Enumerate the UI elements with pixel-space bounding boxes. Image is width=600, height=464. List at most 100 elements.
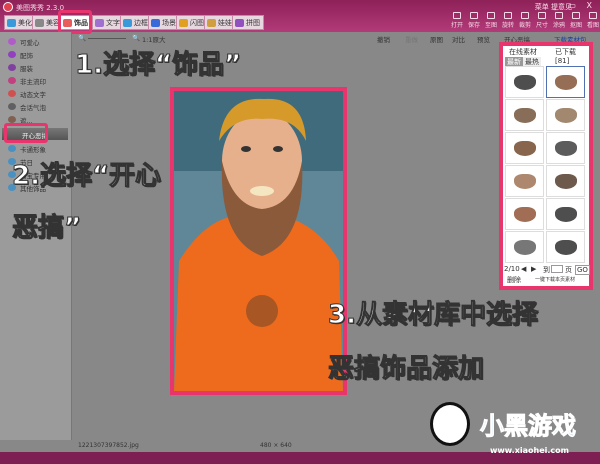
app-logo-icon — [3, 2, 13, 12]
tab-icon — [7, 19, 16, 27]
category-icon — [8, 90, 16, 97]
material-image — [514, 174, 536, 189]
actual-size-button[interactable]: 1:1原大 — [142, 34, 165, 44]
material-thumbnail[interactable] — [546, 165, 585, 197]
download-all-button[interactable]: 一键下载本页素材 — [535, 276, 575, 283]
tool-icon — [538, 12, 546, 19]
material-thumbnail[interactable] — [505, 99, 544, 131]
window-controls[interactable]: _ ▭ X — [554, 1, 596, 10]
category-icon — [8, 77, 16, 84]
annotation-step3b: 恶搞饰品添加 — [327, 354, 485, 385]
tool-button-1[interactable]: 保存 — [465, 12, 483, 29]
material-image — [514, 240, 536, 255]
material-image — [555, 108, 577, 123]
tab-online[interactable]: 在线素材 — [509, 47, 537, 57]
category-icon — [8, 51, 16, 58]
material-image — [555, 207, 577, 222]
sidebar-item[interactable]: 配饰 — [8, 50, 33, 61]
next-page-button[interactable]: ▶ — [531, 265, 536, 273]
tab-label: 娃娃 — [218, 19, 232, 27]
undo-button[interactable]: 撤销 — [377, 34, 390, 44]
tab-icon — [123, 19, 132, 27]
tool-button-8[interactable]: 看图 — [584, 12, 600, 29]
category-icon — [8, 145, 16, 152]
category-icon — [8, 64, 16, 71]
tab-downloaded[interactable]: 已下载[81] — [555, 47, 589, 65]
material-thumbnail[interactable] — [505, 198, 544, 230]
zoom-in-icon[interactable]: 🔍 — [132, 34, 140, 42]
annotation-step3a: 3.从素材库中选择 — [328, 300, 539, 331]
delete-button[interactable]: 删除 — [507, 275, 521, 285]
material-thumbnail[interactable] — [505, 231, 544, 263]
tab-icon — [179, 19, 188, 27]
tool-icon — [453, 12, 461, 19]
sidebar-item[interactable]: 卡通形象 — [8, 144, 46, 155]
highlight-tab-box — [58, 10, 92, 34]
tool-button-2[interactable]: 至图 — [482, 12, 500, 29]
tab-label: 边框 — [134, 19, 148, 27]
tab-8[interactable]: 拼图 — [232, 15, 264, 30]
category-icon — [8, 103, 16, 110]
sidebar-item[interactable]: 会话气泡 — [8, 102, 46, 113]
zoom-out-icon[interactable]: 🔍 — [78, 34, 86, 42]
sidebar-item-label: 配饰 — [20, 52, 33, 60]
file-name: 1221307397852.jpg — [78, 442, 139, 449]
material-thumbnail[interactable] — [546, 231, 585, 263]
tab-icon — [207, 19, 216, 27]
tool-label: 旋转 — [501, 22, 514, 29]
tool-button-4[interactable]: 裁剪 — [516, 12, 534, 29]
tool-label: 保存 — [467, 22, 480, 29]
tab-label: 美化 — [18, 19, 32, 27]
sidebar-item-label: 卡通形象 — [20, 146, 46, 154]
tool-label: 尺寸 — [535, 22, 548, 29]
material-image — [555, 75, 577, 90]
tool-icon — [555, 12, 563, 19]
tool-button-3[interactable]: 旋转 — [499, 12, 517, 29]
tool-button-5[interactable]: 尺寸 — [533, 12, 551, 29]
watermark-logo: 小黑游戏 www.xiaohei.com — [410, 398, 600, 464]
sidebar-item[interactable]: 动态文字 — [8, 89, 46, 100]
material-thumbnail[interactable] — [546, 66, 585, 98]
tool-label: 看图 — [586, 22, 599, 29]
redo-button[interactable]: 重做 — [405, 34, 418, 44]
material-thumbnail[interactable] — [546, 132, 585, 164]
material-thumbnail[interactable] — [546, 198, 585, 230]
material-image — [555, 141, 577, 156]
tab-icon — [235, 19, 244, 27]
go-button[interactable]: GO — [575, 265, 590, 275]
sidebar-item-label: 非主流印 — [20, 78, 46, 86]
tool-label: 打开 — [450, 22, 463, 29]
tool-button-0[interactable]: 打开 — [448, 12, 466, 29]
image-dimensions: 480 × 640 — [260, 442, 292, 449]
tool-label: 裁剪 — [518, 22, 531, 29]
material-image — [555, 174, 577, 189]
watermark-url: www.xiaohei.com — [490, 446, 569, 455]
app-title: 美图秀秀 2.3.0 — [16, 4, 65, 12]
annotation-step1: 1.选择“饰品” — [74, 50, 242, 81]
material-thumbnail[interactable] — [546, 99, 585, 131]
material-thumbnail[interactable] — [505, 66, 544, 98]
tab-icon — [95, 19, 104, 27]
original-button[interactable]: 原图 — [430, 34, 443, 44]
tool-button-6[interactable]: 涂鸦 — [550, 12, 568, 29]
page-unit: 页 — [565, 266, 572, 274]
photo-canvas[interactable] — [170, 87, 347, 395]
material-image — [514, 141, 536, 156]
preview-button[interactable]: 预览 — [477, 34, 490, 44]
material-thumbnail[interactable] — [505, 132, 544, 164]
prev-page-button[interactable]: ◀ — [521, 265, 526, 273]
annotation-step2a: 2.选择“开心 — [11, 161, 162, 192]
material-image — [514, 207, 536, 222]
category-icon — [8, 116, 16, 123]
material-thumbnail[interactable] — [505, 165, 544, 197]
tool-button-7[interactable]: 抠图 — [567, 12, 585, 29]
material-image — [514, 75, 536, 90]
sidebar-item[interactable]: 服装 — [8, 63, 33, 74]
tool-label: 至图 — [484, 22, 497, 29]
sidebar-item-label: 可爱心 — [20, 39, 40, 47]
zoom-slider[interactable] — [88, 38, 126, 39]
sidebar-item[interactable]: 非主流印 — [8, 76, 46, 87]
compare-button[interactable]: 对比 — [452, 34, 465, 44]
sidebar-item[interactable]: 可爱心 — [8, 37, 40, 48]
page-input[interactable] — [551, 265, 563, 273]
